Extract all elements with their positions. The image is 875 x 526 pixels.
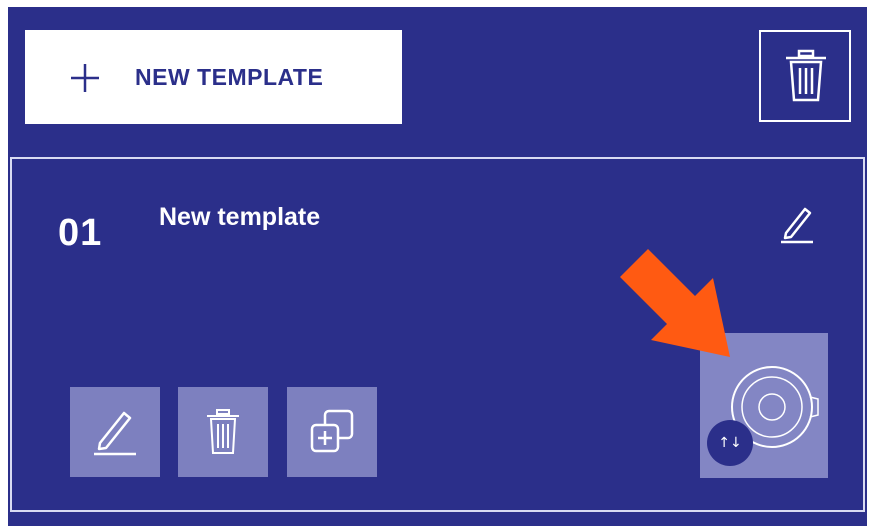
pencil-icon [94, 411, 136, 456]
swap-badge: ↑↓ [707, 420, 753, 466]
template-panel: NEW TEMPLATE 01 New template ↑↓ [8, 7, 867, 526]
duplicate-icon [310, 409, 354, 453]
plus-icon [71, 64, 99, 92]
new-template-label: NEW TEMPLATE [135, 64, 324, 90]
duplicate-button[interactable] [287, 387, 377, 477]
rename-template-button[interactable] [777, 204, 817, 244]
highlight-arrow-icon [620, 249, 730, 357]
trash-icon [207, 409, 239, 454]
edit-button[interactable] [70, 387, 160, 477]
delete-all-button[interactable] [759, 30, 851, 122]
template-title: New template [159, 203, 321, 231]
pencil-icon [781, 207, 813, 244]
trash-icon [786, 49, 826, 102]
new-template-button[interactable]: NEW TEMPLATE [25, 30, 402, 124]
template-number: 01 [58, 212, 103, 254]
delete-button[interactable] [178, 387, 268, 477]
